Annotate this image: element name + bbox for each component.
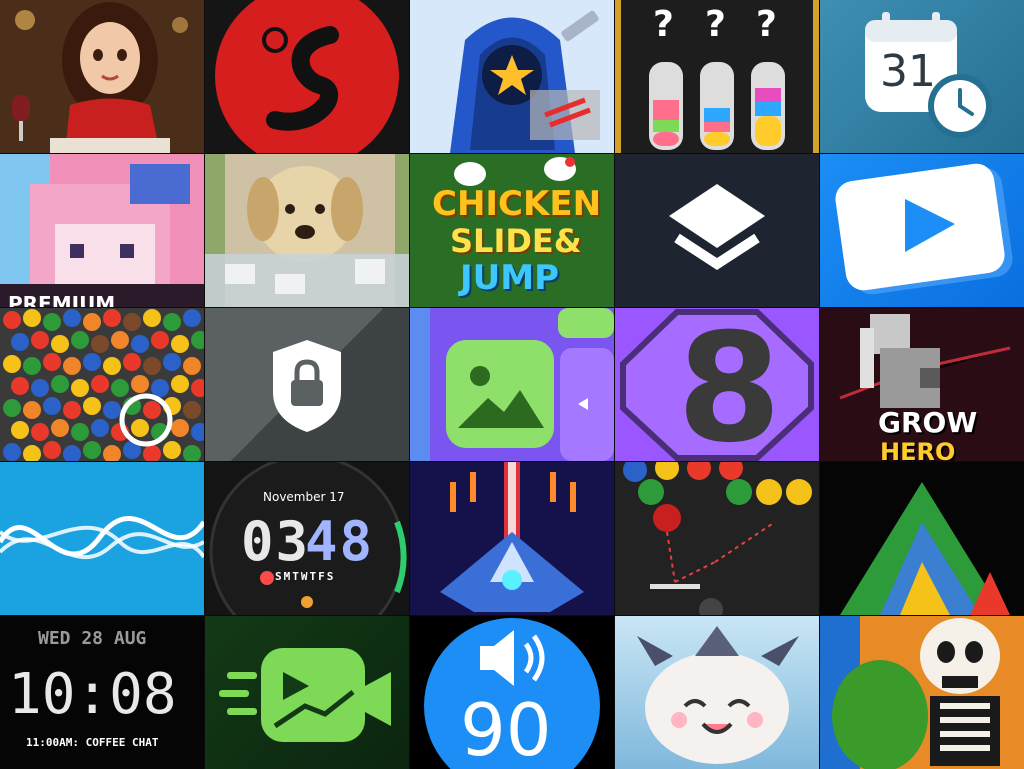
sound-wave-icon xyxy=(0,516,204,560)
calendar-app-icon[interactable]: 31 xyxy=(820,0,1024,153)
play-button-icon xyxy=(835,163,1013,295)
eight-app-icon[interactable]: 8 xyxy=(615,308,819,461)
grow-hero-icon[interactable]: GROW HERO xyxy=(820,308,1024,461)
colored-balls-icon xyxy=(615,462,819,615)
question-mark-2: ? xyxy=(705,4,726,45)
video-maker-icon[interactable] xyxy=(205,616,409,769)
digital-clock-icon[interactable]: WED 28 AUG 10:08 11:00AM: COFFEE CHAT xyxy=(0,616,204,769)
ball-shooter-icon[interactable] xyxy=(615,462,819,615)
pixel-anime-girl-icon xyxy=(0,154,204,307)
video-player-icon[interactable] xyxy=(820,154,1024,307)
volume-app-icon[interactable]: 90 xyxy=(410,616,614,769)
clock-event: 11:00AM: COFFEE CHAT xyxy=(26,736,159,749)
gallery-app-icon[interactable] xyxy=(410,308,614,461)
hero-game-icon[interactable] xyxy=(410,0,614,153)
watch-date: November 17 xyxy=(263,490,345,504)
hero-title: HERO xyxy=(880,438,956,461)
watch-hour: 03 xyxy=(241,510,311,573)
shield-lock-icon xyxy=(273,340,341,432)
watch-minute: 48 xyxy=(305,510,375,573)
premium-banner: PREMIUM xyxy=(8,292,116,307)
candies-magnifier-icon xyxy=(0,308,204,461)
fluffy-monster-icon[interactable] xyxy=(615,616,819,769)
picture-frame-icon xyxy=(410,308,614,461)
camera-graph-icon xyxy=(219,648,391,742)
calendar-day: 31 xyxy=(880,46,936,97)
blue-hooded-hero-icon xyxy=(410,0,614,153)
volume-level: 90 xyxy=(460,688,552,769)
pixel-art-app-icon[interactable]: PREMIUM xyxy=(0,154,204,307)
skeleton-green-monster-icon xyxy=(820,616,1024,769)
chicken-title-line2: SLIDE& xyxy=(450,222,582,260)
spaceship-icon xyxy=(410,462,614,615)
eight-digit: 8 xyxy=(677,308,782,461)
sand-layers-icon xyxy=(820,462,1024,615)
woman-dining-icon xyxy=(0,0,204,153)
sand-pyramid-icon[interactable] xyxy=(820,462,1024,615)
red-logo-app-icon[interactable] xyxy=(205,0,409,153)
water-sort-app-icon[interactable]: ? ? ? xyxy=(615,0,819,153)
candy-find-icon[interactable] xyxy=(0,308,204,461)
clock-date: WED 28 AUG xyxy=(38,628,147,649)
wave-app-icon[interactable] xyxy=(0,462,204,615)
chicken-slide-jump-icon[interactable]: CHICKEN SLIDE& JUMP xyxy=(410,154,614,307)
puppy-puzzle-icon[interactable] xyxy=(205,154,409,307)
space-shooter-icon[interactable] xyxy=(410,462,614,615)
chicken-title-line3: JUMP xyxy=(460,258,560,298)
skeleton-zombie-icon[interactable] xyxy=(820,616,1024,769)
horned-creature-icon xyxy=(637,626,799,764)
lock-app-icon[interactable] xyxy=(205,308,409,461)
watch-face-icon[interactable]: November 17 03 48 SMTWTFS xyxy=(205,462,409,615)
grow-title: GROW xyxy=(878,406,978,439)
clock-time: 10:08 xyxy=(8,662,177,727)
layers-app-icon[interactable] xyxy=(615,154,819,307)
red-swirl-logo-icon xyxy=(205,0,409,153)
puppy-jigsaw-icon xyxy=(205,154,409,307)
dinner-app-icon[interactable] xyxy=(0,0,204,153)
app-icon-grid: ? ? ? 31 PREMIUM CHICKEN SLIDE& JUMP 8 G… xyxy=(0,0,1024,769)
chicken-title-line1: CHICKEN xyxy=(432,184,602,224)
question-mark-1: ? xyxy=(653,4,674,45)
question-mark-3: ? xyxy=(756,4,777,45)
watch-weekdays: SMTWTFS xyxy=(275,570,336,583)
stacked-layers-icon xyxy=(669,184,765,270)
